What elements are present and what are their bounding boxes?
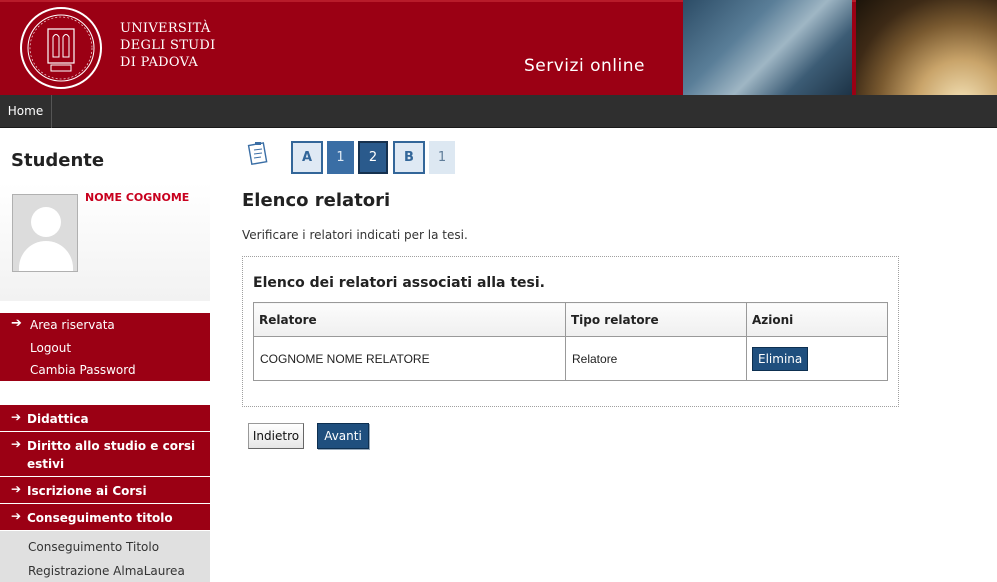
page-description: Verificare i relatori indicati per la te… [242, 228, 468, 242]
page-title: Elenco relatori [242, 190, 391, 211]
student-name: NOME COGNOME [85, 191, 190, 204]
header-photo-hands [683, 0, 852, 95]
menu-label: Conseguimento titolo [27, 511, 173, 525]
right-arrow-icon: ➔ [11, 509, 22, 523]
university-name[interactable]: UNIVERSITÀ DEGLI STUDI DI PADOVA [120, 20, 216, 71]
step-a: A [291, 141, 323, 174]
table-row: COGNOME NOME RELATORE Relatore Elimina [253, 336, 888, 381]
right-arrow-icon: ➔ [11, 410, 22, 424]
right-arrow-icon: ➔ [11, 437, 22, 451]
relatori-table: Relatore Tipo relatore Azioni COGNOME NO… [253, 302, 888, 381]
table-header-row: Relatore Tipo relatore Azioni [253, 302, 888, 337]
logout-link[interactable]: Logout [30, 341, 71, 355]
cell-tipo: Relatore [565, 336, 747, 381]
right-arrow-icon: ➔ [11, 316, 22, 331]
university-line-1: UNIVERSITÀ [120, 21, 211, 36]
right-arrow-icon: ➔ [11, 482, 22, 496]
step-b1: 1 [429, 141, 455, 174]
header-photo-theatre [856, 0, 997, 95]
column-header-tipo: Tipo relatore [565, 302, 747, 337]
checklist-icon [247, 142, 268, 166]
university-line-2: DEGLI STUDI [120, 38, 216, 53]
sidebar-title: Studente [11, 150, 105, 171]
menu-label: Diritto allo studio e corsi estivi [27, 439, 196, 471]
back-button[interactable]: Indietro [248, 423, 304, 449]
cell-relatore: COGNOME NOME RELATORE [253, 336, 566, 381]
menu-conseguimento-titolo[interactable]: ➔ Conseguimento titolo [0, 504, 210, 531]
submenu-item-almalaurea[interactable]: Registrazione AlmaLaurea [28, 564, 185, 578]
step-a2: 2 [358, 141, 388, 174]
menu-label: Iscrizione ai Corsi [27, 484, 147, 498]
menu-iscrizione-corsi[interactable]: ➔ Iscrizione ai Corsi [0, 477, 210, 504]
top-navbar: Home [0, 95, 997, 128]
avatar [12, 194, 78, 272]
column-header-relatore: Relatore [253, 302, 566, 337]
area-riservata-link[interactable]: Area riservata [30, 318, 115, 332]
cell-azioni: Elimina [746, 336, 888, 381]
submenu-item-conseguimento-titolo[interactable]: Conseguimento Titolo [28, 540, 159, 554]
nav-home-link[interactable]: Home [0, 95, 52, 128]
university-line-3: DI PADOVA [120, 55, 199, 70]
delete-button[interactable]: Elimina [752, 346, 809, 371]
menu-diritto-studio[interactable]: ➔ Diritto allo studio e corsi estivi [0, 432, 210, 477]
service-title: Servizi online [524, 56, 645, 76]
menu-label: Didattica [27, 412, 89, 426]
site-header: UNIVERSITÀ DEGLI STUDI DI PADOVA Servizi… [0, 0, 997, 95]
step-b: B [393, 141, 425, 174]
step-a1: 1 [327, 141, 354, 174]
menu-didattica[interactable]: ➔ Didattica [0, 405, 210, 432]
avatar-head-shape [31, 207, 61, 237]
panel-title: Elenco dei relatori associati alla tesi. [253, 275, 545, 291]
change-password-link[interactable]: Cambia Password [30, 363, 136, 377]
next-button[interactable]: Avanti [317, 423, 369, 449]
column-header-azioni: Azioni [746, 302, 888, 337]
avatar-body-shape [19, 241, 73, 271]
university-seal-icon[interactable] [20, 7, 102, 89]
